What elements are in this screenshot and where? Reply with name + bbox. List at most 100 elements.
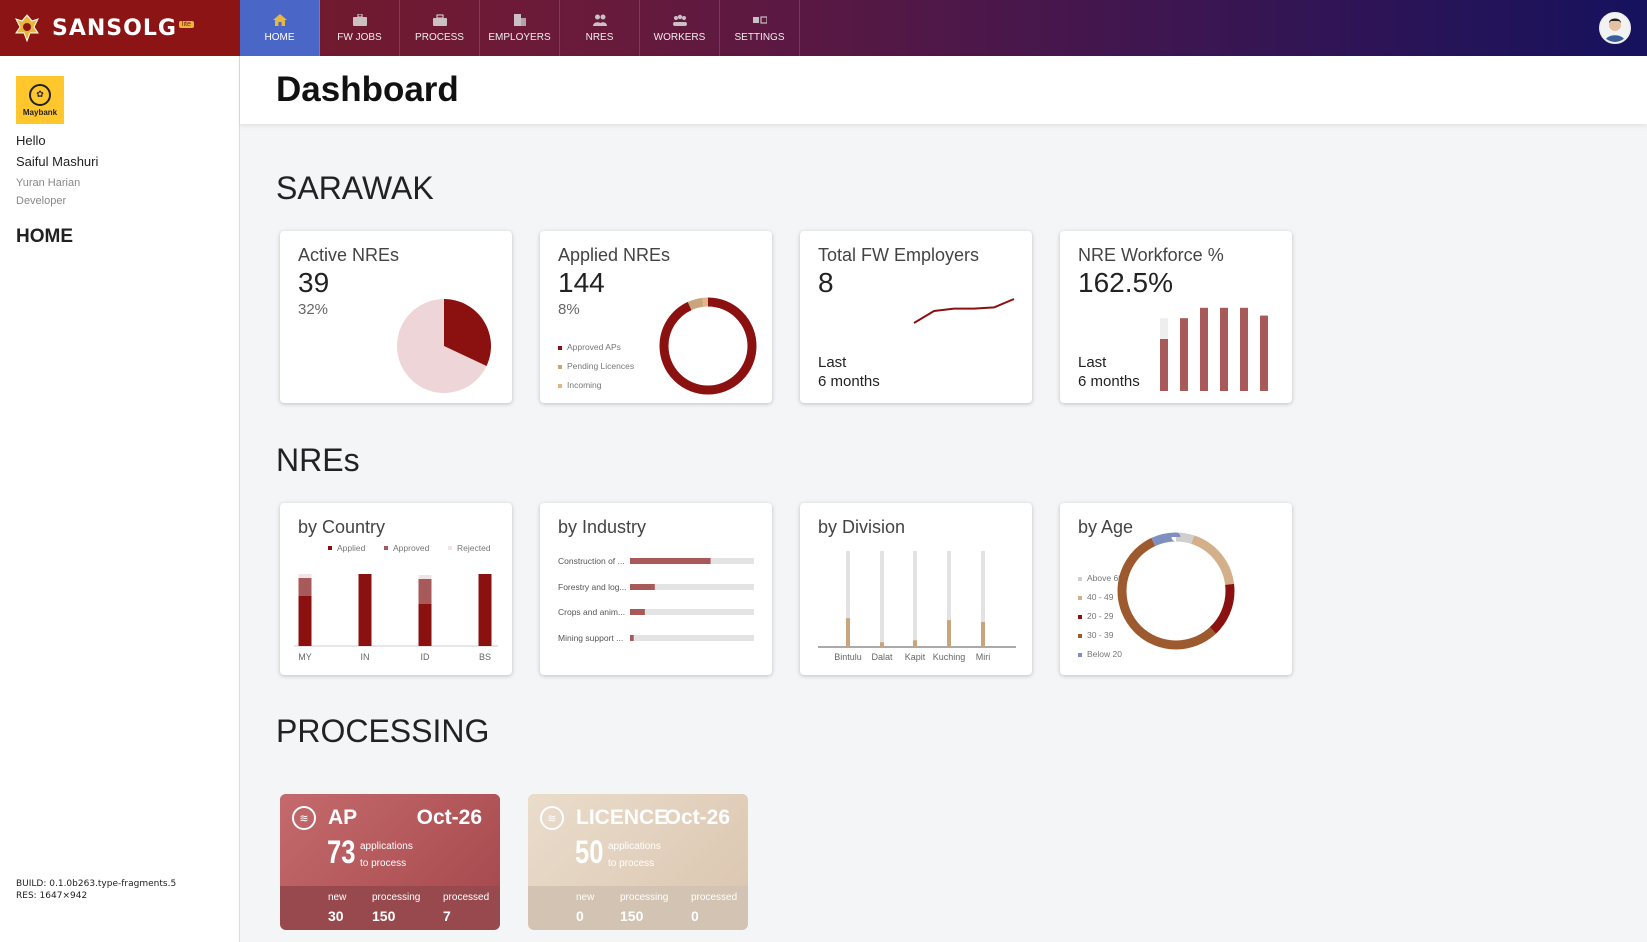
bar [981, 622, 985, 647]
nav-fw-jobs[interactable]: FW JOBS [320, 0, 400, 56]
nav-settings[interactable]: SETTINGS [720, 0, 800, 56]
brand[interactable]: SANSOLG lite [0, 0, 240, 56]
process-name: LICENCE [576, 806, 669, 829]
bar-segment [418, 575, 432, 579]
stat-value-processing: 150 [620, 908, 644, 924]
card-by-age[interactable]: Above 60 40 - 49 20 - 29 30 - 39 Below 20 by… [1060, 503, 1292, 675]
hello-text: Hello [16, 133, 46, 148]
nav-home[interactable]: HOME [240, 0, 320, 56]
bar [1180, 318, 1188, 391]
tick-label: ID [421, 652, 431, 662]
legend-swatch [558, 345, 562, 350]
legend-swatch [1078, 653, 1082, 657]
legend-swatch [384, 546, 388, 550]
bar-segment [478, 574, 492, 646]
desc-line1: applications [608, 841, 661, 852]
stat-value-processing: 150 [372, 908, 396, 924]
stat-label-processing: processing [620, 892, 669, 903]
section-title-processing: PROCESSING [276, 713, 490, 749]
legend-label: Below 20 [1087, 649, 1122, 659]
crest-icon [15, 14, 39, 43]
layers-icon: ≋ [292, 806, 316, 830]
legend-swatch [1078, 596, 1082, 600]
section-title-region: SARAWAK [276, 170, 434, 206]
sidebar-item-home[interactable]: HOME [16, 226, 73, 248]
process-count: 50 [575, 834, 604, 870]
card-title: Applied NREs [558, 245, 671, 265]
category-label: Mining support ... [558, 633, 623, 643]
card-active-nres[interactable]: Active NREs 39 32% [280, 231, 512, 403]
nav-process[interactable]: PROCESS [400, 0, 480, 56]
legend-swatch [1078, 615, 1082, 619]
card-nre-workforce[interactable]: NRE Workforce % 162.5% Last 6 months [1060, 231, 1292, 403]
process-desc: applications to process [608, 838, 661, 872]
user-title: Developer [16, 195, 67, 207]
desc-line1: applications [360, 841, 413, 852]
card-title: NRE Workforce % [1078, 245, 1224, 265]
card-period: Last 6 months [1078, 353, 1140, 391]
nav-home-label: HOME [264, 31, 295, 43]
period-line2: 6 months [1078, 373, 1140, 390]
card-title: by Country [298, 517, 386, 537]
build-info: BUILD: 0.1.0b263.type-fragments.5 RES: 1… [16, 878, 176, 902]
legend-swatch [1078, 577, 1082, 581]
legend-swatch [558, 383, 562, 388]
legend-swatch [558, 364, 562, 369]
page-header: Dashboard [240, 56, 1647, 124]
card-applied-nres[interactable]: Applied NREs 144 8% Approved APs Pending… [540, 231, 772, 403]
legend-label: Rejected [457, 543, 491, 553]
bar [630, 558, 711, 564]
card-by-division[interactable]: Bintulu Dalat Kapit Kuching Miri by Division [800, 503, 1032, 675]
stat-value-new: 30 [328, 908, 344, 924]
avatar[interactable] [1599, 12, 1631, 44]
card-by-country[interactable]: Applied Approved Rejected MY IN ID BS by Count… [280, 503, 512, 675]
nav-employers-label: EMPLOYERS [488, 31, 551, 43]
brand-name: SANSOLG [52, 15, 177, 41]
stat-label-new: new [328, 892, 347, 903]
legend-item: Approved APs [558, 342, 621, 352]
stat-label-processed: processed [443, 892, 490, 903]
legend-label: Approved APs [567, 342, 621, 352]
stat-value-processed: 0 [691, 908, 699, 924]
bar [1220, 307, 1228, 391]
card-title: by Industry [558, 517, 647, 537]
tiger-icon: ✿ [29, 83, 51, 106]
card-title: Total FW Employers [818, 245, 980, 265]
tick-label: MY [298, 652, 312, 662]
bank-logo-text: Maybank [22, 107, 58, 117]
card-sub: 8% [558, 301, 580, 318]
stat-value-processed: 7 [443, 908, 451, 924]
legend-swatch [1078, 634, 1082, 638]
group-icon [672, 14, 687, 26]
category-label: Forestry and log... [558, 582, 627, 592]
legend-swatch [328, 546, 332, 550]
bar [880, 642, 884, 647]
legend-swatch [448, 546, 452, 550]
period-line2: 6 months [818, 373, 880, 390]
card-by-industry[interactable]: Construction of ... Forestry and log... Cr… [540, 503, 772, 675]
tick-label: IN [361, 652, 370, 662]
top-navigation-bar: SANSOLG lite HOME FW JOBS PROCESS EMPLOY… [0, 0, 1647, 56]
user-role: Yuran Harian Developer [16, 174, 80, 210]
sparkline [913, 298, 1015, 324]
card-fw-employers[interactable]: Total FW Employers 8 Last 6 months [800, 231, 1032, 403]
nav-nres[interactable]: NREs [560, 0, 640, 56]
legend-item: Pending Licences [558, 361, 634, 371]
resolution: RES: 1647×942 [16, 891, 88, 901]
bar-segment [298, 574, 312, 578]
nav-employers[interactable]: EMPLOYERS [480, 0, 560, 56]
bar-segment [358, 574, 372, 646]
bar-segment [298, 596, 312, 646]
processing-card-ap[interactable]: ≋ AP Oct-26 73 applications to process n… [280, 794, 500, 930]
category-label: Crops and anim... [558, 607, 625, 617]
legend-label: Approved [393, 543, 430, 553]
user-name: Saiful Mashuri [16, 154, 99, 169]
legend-item: Incoming [558, 380, 602, 390]
tick-label: Dalat [871, 652, 893, 662]
stat-label-processing: processing [372, 892, 421, 903]
legend-label: Incoming [567, 380, 602, 390]
processing-card-licence[interactable]: ≋ LICENCE Oct-26 50 applications to proc… [528, 794, 748, 930]
nav-process-label: PROCESS [415, 31, 464, 43]
card-title: by Age [1078, 517, 1134, 537]
nav-workers[interactable]: WORKERS [640, 0, 720, 56]
